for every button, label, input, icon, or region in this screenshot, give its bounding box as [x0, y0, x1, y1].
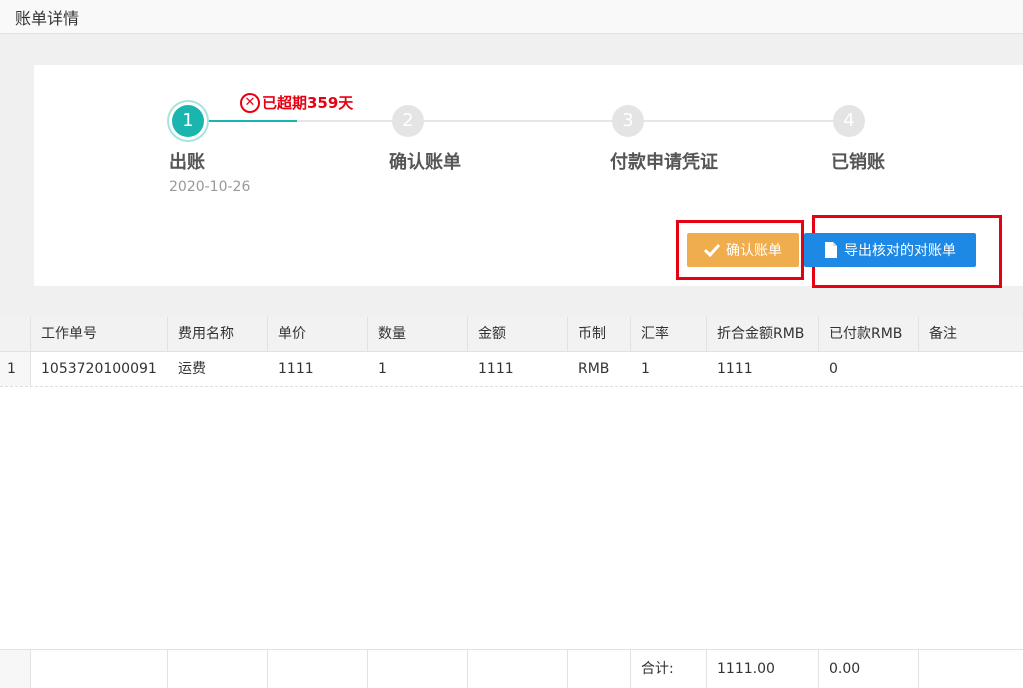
table-footer: 合计: 1111.00 0.00 — [0, 649, 1023, 688]
header-cell[interactable]: 工作单号 — [31, 317, 168, 351]
page-title: 账单详情 — [15, 9, 80, 28]
cell-paid-rmb: 0 — [829, 361, 838, 377]
footer-cell — [568, 650, 631, 688]
cell-remark — [919, 352, 1023, 386]
step-2-circle: 2 — [392, 105, 424, 137]
step-1-circle: 1 — [172, 105, 204, 137]
table-row[interactable]: 1 1053720100091 运费 1111 1 1111 RMB 1 111… — [0, 352, 1023, 387]
header-cell[interactable]: 金额 — [468, 317, 568, 351]
header-cell[interactable]: 数量 — [368, 317, 468, 351]
footer-total-rmb: 1111.00 — [707, 650, 819, 688]
header-cell[interactable]: 币制 — [568, 317, 631, 351]
step-line — [297, 120, 392, 122]
footer-cell — [368, 650, 468, 688]
export-statement-label: 导出核对的对账单 — [844, 243, 956, 259]
bill-progress-card: 1 出账 2020-10-26 2 确认账单 3 付款申请凭证 4 已销账 ✕ … — [34, 65, 1023, 288]
cell-unit-price: 1111 — [278, 361, 314, 377]
header-cell[interactable]: 费用名称 — [168, 317, 268, 351]
cell-job-no: 1053720100091 — [41, 361, 157, 377]
header-cell[interactable]: 已付款RMB — [819, 317, 919, 351]
footer-cell — [468, 650, 568, 688]
cell-fee-name: 运费 — [178, 361, 206, 377]
check-icon — [704, 243, 720, 257]
overdue-text: 已超期359天 — [262, 94, 354, 112]
confirm-bill-label: 确认账单 — [726, 243, 782, 259]
cell-quantity: 1 — [378, 361, 387, 377]
confirm-bill-button[interactable]: 确认账单 — [687, 233, 799, 267]
cell-rate: 1 — [641, 361, 650, 377]
footer-rownum — [0, 650, 31, 688]
cell-amount: 1111 — [478, 361, 514, 377]
table-header: 工作单号 费用名称 单价 数量 金额 币制 汇率 折合金额RMB 已付款RMB … — [0, 317, 1023, 352]
footer-cell — [31, 650, 168, 688]
cell-currency: RMB — [578, 361, 610, 377]
header-cell[interactable]: 备注 — [919, 317, 1023, 351]
header-cell[interactable]: 折合金额RMB — [707, 317, 819, 351]
export-statement-button[interactable]: 导出核对的对账单 — [804, 233, 976, 267]
step-line-done — [205, 120, 297, 122]
footer-cell — [268, 650, 368, 688]
header-cell[interactable]: 单价 — [268, 317, 368, 351]
footer-cell — [168, 650, 268, 688]
overdue-badge: ✕ 已超期359天 — [240, 92, 353, 113]
bill-detail-table: 工作单号 费用名称 单价 数量 金额 币制 汇率 折合金额RMB 已付款RMB … — [0, 317, 1023, 688]
step-4-circle: 4 — [833, 105, 865, 137]
file-icon — [824, 241, 838, 259]
step-4-label: 已销账 — [831, 152, 885, 173]
step-3-label: 付款申请凭证 — [610, 152, 718, 173]
cell-amount-rmb: 1111 — [717, 361, 753, 377]
step-2-label: 确认账单 — [389, 152, 461, 173]
close-circle-icon: ✕ — [240, 92, 260, 113]
footer-total-label: 合计: — [631, 650, 707, 688]
step-1-date: 2020-10-26 — [169, 179, 251, 195]
step-3-circle: 3 — [612, 105, 644, 137]
footer-cell — [919, 650, 1023, 688]
footer-paid-rmb: 0.00 — [819, 650, 919, 688]
page-header: 账单详情 — [0, 0, 1023, 34]
row-number: 1 — [0, 352, 31, 386]
step-1-label: 出账 — [169, 152, 205, 173]
step-line — [644, 120, 834, 122]
header-cell[interactable]: 汇率 — [631, 317, 707, 351]
step-line — [424, 120, 612, 122]
header-rownum — [0, 317, 31, 351]
